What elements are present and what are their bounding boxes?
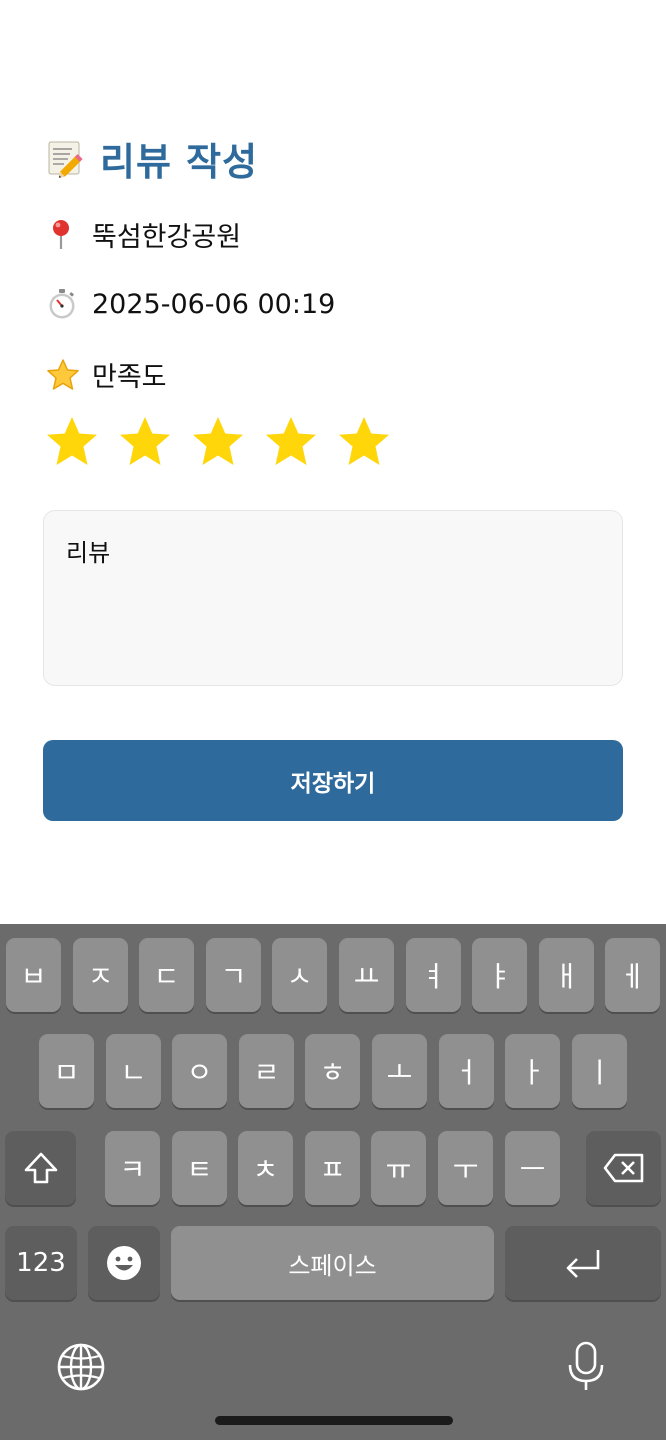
key-row2-9-label: ㅣ [586,1056,613,1089]
key-row2-7[interactable]: ㅓ [439,1034,494,1108]
key-row3-5[interactable]: ㅠ [371,1131,426,1205]
key-row2-5-label: ㅎ [319,1056,346,1089]
key-row3-4[interactable]: ㅍ [305,1131,360,1205]
key-row1-5[interactable]: ㅅ [272,938,327,1012]
return-key[interactable] [505,1226,661,1300]
save-button[interactable]: 저장하기 [43,740,623,821]
key-row3-6[interactable]: ㅜ [438,1131,493,1205]
key-row2-4-label: ㄹ [253,1056,280,1089]
rating-star-1[interactable] [44,414,100,470]
stopwatch-icon [46,288,78,320]
key-row1-4-label: ㄱ [220,960,247,993]
visit-datetime: 2025-06-06 00:19 [92,288,336,320]
visit-time-row: 2025-06-06 00:19 [46,284,335,324]
key-row1-1-label: ㅂ [20,960,47,993]
key-row1-6[interactable]: ㅛ [339,938,394,1012]
key-row2-4[interactable]: ㄹ [239,1034,294,1108]
key-row2-3[interactable]: ㅇ [172,1034,227,1108]
key-row2-8[interactable]: ㅏ [505,1034,560,1108]
key-row3-1-label: ㅋ [119,1153,146,1186]
key-row3-1[interactable]: ㅋ [105,1131,160,1205]
satisfaction-label: 만족도 [92,361,167,393]
key-row1-1[interactable]: ㅂ [6,938,61,1012]
key-row1-5-label: ㅅ [286,960,313,993]
key-row3-4-label: ㅍ [319,1153,346,1186]
place-row: 뚝섬한강공원 [46,214,241,254]
key-row2-6-label: ㅗ [386,1056,413,1089]
globe-icon[interactable] [55,1341,107,1393]
emoji-icon [105,1244,143,1282]
backspace-key[interactable] [586,1131,661,1205]
rating-stars [44,414,409,472]
rating-star-2[interactable] [117,414,173,470]
key-row1-3-label: ㄷ [153,960,180,993]
key-row3-3[interactable]: ㅊ [238,1131,293,1205]
key-row3-3-label: ㅊ [252,1153,279,1186]
rating-star-5[interactable] [336,414,392,470]
key-row1-3[interactable]: ㄷ [139,938,194,1012]
key-row1-10-label: ㅔ [619,960,646,993]
key-row2-1-label: ㅁ [53,1056,80,1089]
key-row3-7[interactable]: ㅡ [505,1131,560,1205]
numbers-key[interactable]: 123 [5,1226,77,1300]
satisfaction-row: 만족도 [46,354,167,394]
key-row2-2-label: ㄴ [120,1056,147,1089]
key-row3-7-label: ㅡ [519,1153,546,1186]
key-row1-6-label: ㅛ [353,960,380,993]
key-row1-7[interactable]: ㅕ [406,938,461,1012]
star-icon [46,358,79,390]
home-indicator [215,1416,453,1425]
key-row2-1[interactable]: ㅁ [39,1034,94,1108]
key-row3-5-label: ㅠ [385,1153,412,1186]
microphone-icon[interactable] [560,1340,612,1392]
key-row2-3-label: ㅇ [186,1056,213,1089]
key-row2-5[interactable]: ㅎ [305,1034,360,1108]
korean-keyboard: 123 스페이스 ㅂ ㅈ ㄷ ㄱ ㅅ ㅛ ㅕ ㅑ ㅐ ㅔㅁ ㄴ ㅇ ㄹ ㅎ ㅗ ㅓ ㅏ ㅣㅋ ㅌ ㅊ ㅍ ㅠ ㅜ ㅡ [0,924,666,1440]
page-title: 리뷰 작성 [100,139,259,184]
place-name: 뚝섬한강공원 [92,221,242,253]
key-row1-10[interactable]: ㅔ [605,938,660,1012]
key-row2-6[interactable]: ㅗ [372,1034,427,1108]
key-row1-7-label: ㅕ [420,960,447,993]
key-row2-2[interactable]: ㄴ [106,1034,161,1108]
key-row1-9[interactable]: ㅐ [539,938,594,1012]
review-placeholder: 리뷰 [66,539,111,567]
space-key-label: 스페이스 [288,1251,377,1280]
key-row1-8[interactable]: ㅑ [472,938,527,1012]
key-row3-2[interactable]: ㅌ [172,1131,227,1205]
backspace-icon [602,1152,646,1184]
memo-icon [46,138,86,178]
rating-star-4[interactable] [263,414,319,470]
emoji-key[interactable] [88,1226,160,1300]
rating-star-3[interactable] [190,414,246,470]
pin-icon [46,218,78,250]
return-icon [562,1246,604,1280]
key-row2-7-label: ㅓ [453,1056,480,1089]
key-row2-8-label: ㅏ [519,1056,546,1089]
shift-icon [22,1150,60,1186]
space-key[interactable]: 스페이스 [171,1226,494,1300]
key-row2-9[interactable]: ㅣ [572,1034,627,1108]
key-row1-4[interactable]: ㄱ [206,938,261,1012]
key-row3-2-label: ㅌ [186,1153,213,1186]
review-input[interactable]: 리뷰 [43,510,623,686]
key-row3-6-label: ㅜ [452,1153,479,1186]
header: 리뷰 작성 [46,132,258,184]
key-row1-2-label: ㅈ [87,960,114,993]
key-row1-9-label: ㅐ [553,960,580,993]
numbers-key-label: 123 [16,1248,66,1278]
shift-key[interactable] [5,1131,76,1205]
key-row1-8-label: ㅑ [486,960,513,993]
key-row1-2[interactable]: ㅈ [73,938,128,1012]
review-screen: 리뷰 작성 뚝섬한강공원 2025-06-06 00:19 만족도 리뷰 저장하… [0,0,666,924]
